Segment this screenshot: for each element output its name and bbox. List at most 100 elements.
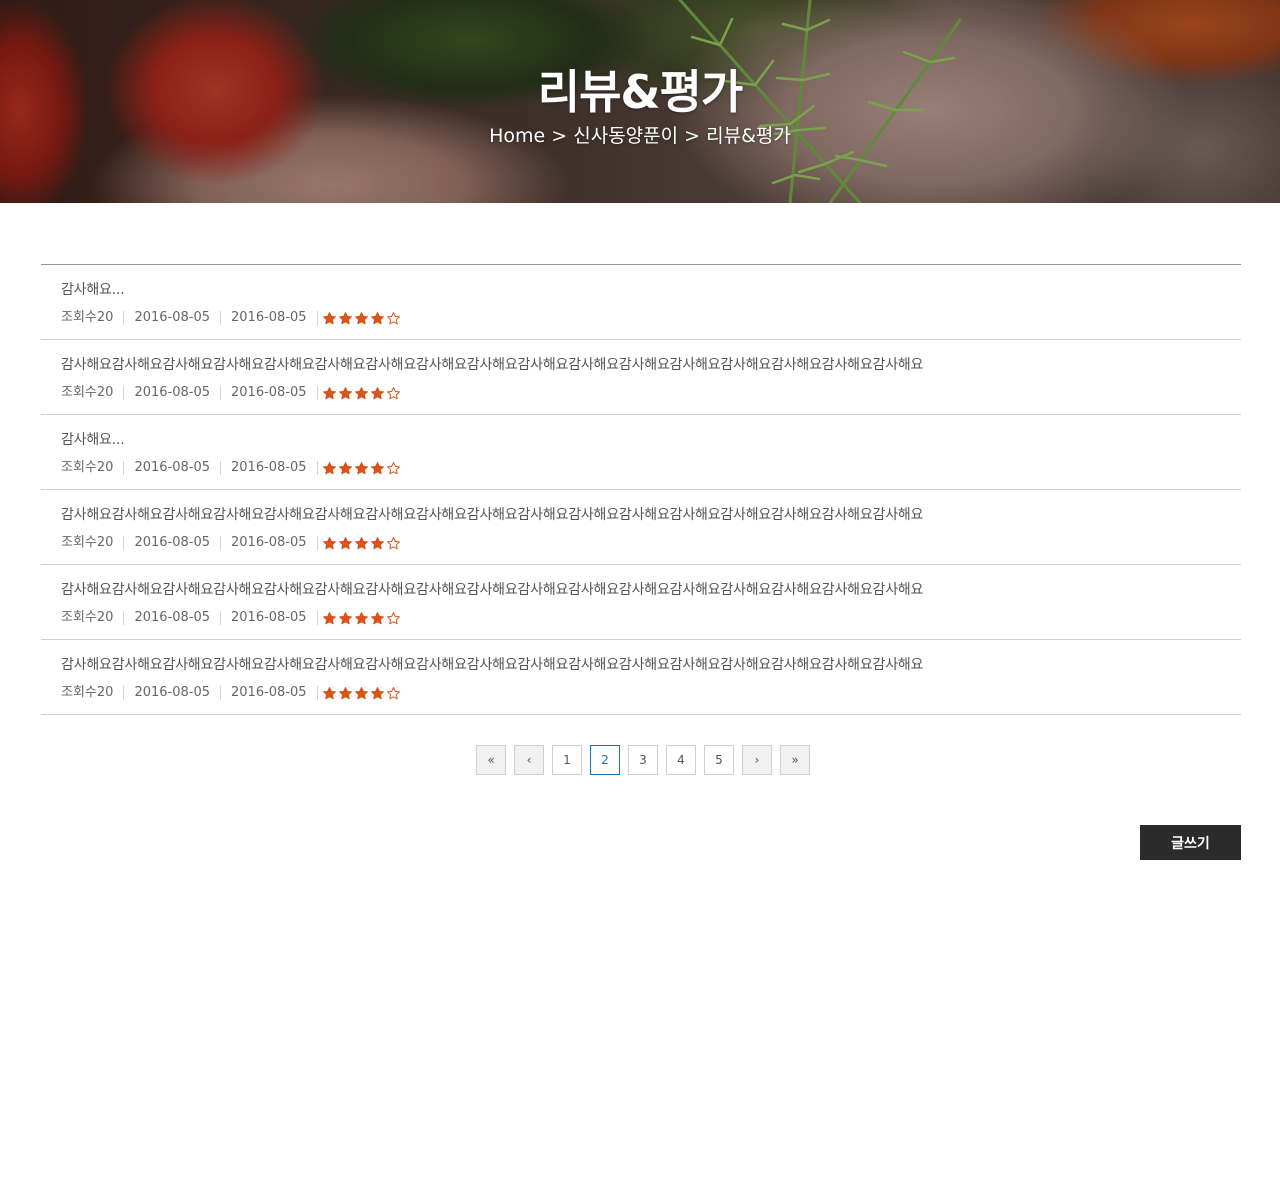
meta-divider — [220, 461, 221, 475]
meta-divider — [123, 461, 125, 475]
star-filled-icon — [354, 611, 368, 624]
pagination: « ‹ 1 2 3 4 5 › » — [476, 745, 810, 775]
review-date: 2016-08-05 — [134, 685, 210, 700]
hero-banner: 리뷰&평가 Home > 신사동양푼이 > 리뷰&평가 — [0, 0, 1280, 203]
review-meta: 조회수20 2016-08-05 2016-08-05 — [61, 685, 401, 701]
review-date: 2016-08-05 — [231, 685, 307, 700]
review-item[interactable]: 감사해요감사해요감사해요감사해요감사해요감사해요감사해요감사해요감사해요감사해요… — [41, 340, 1241, 415]
view-count: 조회수20 — [61, 535, 114, 550]
meta-divider — [123, 536, 125, 550]
review-date: 2016-08-05 — [231, 535, 307, 550]
star-filled-icon — [370, 611, 384, 624]
page-button-4[interactable]: 4 — [666, 745, 696, 775]
star-filled-icon — [338, 386, 352, 399]
meta-divider — [220, 686, 221, 700]
review-text[interactable]: 감사해요감사해요감사해요감사해요감사해요감사해요감사해요감사해요감사해요감사해요… — [61, 504, 923, 524]
review-date: 2016-08-05 — [231, 385, 307, 400]
review-item[interactable]: 감사해요감사해요감사해요감사해요감사해요감사해요감사해요감사해요감사해요감사해요… — [41, 490, 1241, 565]
star-filled-icon — [338, 611, 352, 624]
review-item[interactable]: 감사해요감사해요감사해요감사해요감사해요감사해요감사해요감사해요감사해요감사해요… — [41, 640, 1241, 715]
meta-divider — [220, 386, 221, 400]
meta-divider — [220, 311, 221, 325]
view-count: 조회수20 — [61, 460, 114, 475]
review-date: 2016-08-05 — [134, 385, 210, 400]
star-filled-icon — [370, 686, 384, 699]
page-button-2[interactable]: 2 — [590, 745, 620, 775]
breadcrumb: Home > 신사동양푼이 > 리뷰&평가 — [489, 125, 791, 147]
review-list: 감사해요... 조회수20 2016-08-05 2016-08-05 감사해요감사해요… — [41, 264, 1241, 715]
view-count: 조회수20 — [61, 310, 114, 325]
view-count: 조회수20 — [61, 385, 114, 400]
star-empty-icon — [386, 386, 400, 399]
star-filled-icon — [354, 311, 368, 324]
star-filled-icon — [338, 461, 352, 474]
star-filled-icon — [322, 461, 336, 474]
view-count: 조회수20 — [61, 685, 114, 700]
meta-divider — [123, 611, 125, 625]
star-filled-icon — [354, 686, 368, 699]
star-rating — [322, 311, 401, 326]
star-filled-icon — [322, 386, 336, 399]
star-filled-icon — [370, 536, 384, 549]
prev-page-button[interactable]: ‹ — [514, 745, 544, 775]
first-page-button[interactable]: « — [476, 745, 506, 775]
star-filled-icon — [338, 311, 352, 324]
star-empty-icon — [386, 536, 400, 549]
review-date: 2016-08-05 — [134, 310, 210, 325]
review-text[interactable]: 감사해요... — [61, 279, 125, 299]
star-filled-icon — [370, 461, 384, 474]
star-filled-icon — [338, 536, 352, 549]
review-text[interactable]: 감사해요... — [61, 429, 125, 449]
review-text[interactable]: 감사해요감사해요감사해요감사해요감사해요감사해요감사해요감사해요감사해요감사해요… — [61, 654, 923, 674]
review-text[interactable]: 감사해요감사해요감사해요감사해요감사해요감사해요감사해요감사해요감사해요감사해요… — [61, 354, 923, 374]
meta-divider — [316, 311, 318, 325]
star-filled-icon — [354, 536, 368, 549]
meta-divider — [123, 686, 125, 700]
review-item[interactable]: 감사해요... 조회수20 2016-08-05 2016-08-05 — [41, 265, 1241, 340]
review-date: 2016-08-05 — [231, 460, 307, 475]
star-empty-icon — [386, 461, 400, 474]
star-empty-icon — [386, 311, 400, 324]
star-rating — [322, 611, 401, 626]
star-filled-icon — [354, 386, 368, 399]
review-date: 2016-08-05 — [231, 310, 307, 325]
meta-divider — [220, 611, 221, 625]
review-meta: 조회수20 2016-08-05 2016-08-05 — [61, 385, 401, 401]
meta-divider — [316, 686, 318, 700]
meta-divider — [316, 386, 318, 400]
review-item[interactable]: 감사해요... 조회수20 2016-08-05 2016-08-05 — [41, 415, 1241, 490]
page-button-1[interactable]: 1 — [552, 745, 582, 775]
page-title: 리뷰&평가 — [537, 65, 743, 119]
meta-divider — [123, 386, 125, 400]
meta-divider — [220, 536, 221, 550]
review-text[interactable]: 감사해요감사해요감사해요감사해요감사해요감사해요감사해요감사해요감사해요감사해요… — [61, 579, 923, 599]
star-filled-icon — [338, 686, 352, 699]
view-count: 조회수20 — [61, 610, 114, 625]
meta-divider — [123, 311, 125, 325]
meta-divider — [316, 611, 318, 625]
star-empty-icon — [386, 686, 400, 699]
review-meta: 조회수20 2016-08-05 2016-08-05 — [61, 310, 401, 326]
next-page-button[interactable]: › — [742, 745, 772, 775]
review-date: 2016-08-05 — [134, 610, 210, 625]
star-filled-icon — [322, 311, 336, 324]
review-meta: 조회수20 2016-08-05 2016-08-05 — [61, 535, 401, 551]
star-filled-icon — [322, 686, 336, 699]
write-button[interactable]: 글쓰기 — [1140, 825, 1241, 860]
star-filled-icon — [322, 611, 336, 624]
review-item[interactable]: 감사해요감사해요감사해요감사해요감사해요감사해요감사해요감사해요감사해요감사해요… — [41, 565, 1241, 640]
star-rating — [322, 461, 401, 476]
page-button-3[interactable]: 3 — [628, 745, 658, 775]
last-page-button[interactable]: » — [780, 745, 810, 775]
meta-divider — [316, 536, 318, 550]
page-button-5[interactable]: 5 — [704, 745, 734, 775]
star-filled-icon — [370, 311, 384, 324]
star-rating — [322, 686, 401, 701]
star-empty-icon — [386, 611, 400, 624]
review-date: 2016-08-05 — [134, 535, 210, 550]
star-rating — [322, 386, 401, 401]
star-filled-icon — [370, 386, 384, 399]
star-filled-icon — [354, 461, 368, 474]
hero-text-group: 리뷰&평가 Home > 신사동양푼이 > 리뷰&평가 — [0, 0, 1280, 203]
star-filled-icon — [322, 536, 336, 549]
